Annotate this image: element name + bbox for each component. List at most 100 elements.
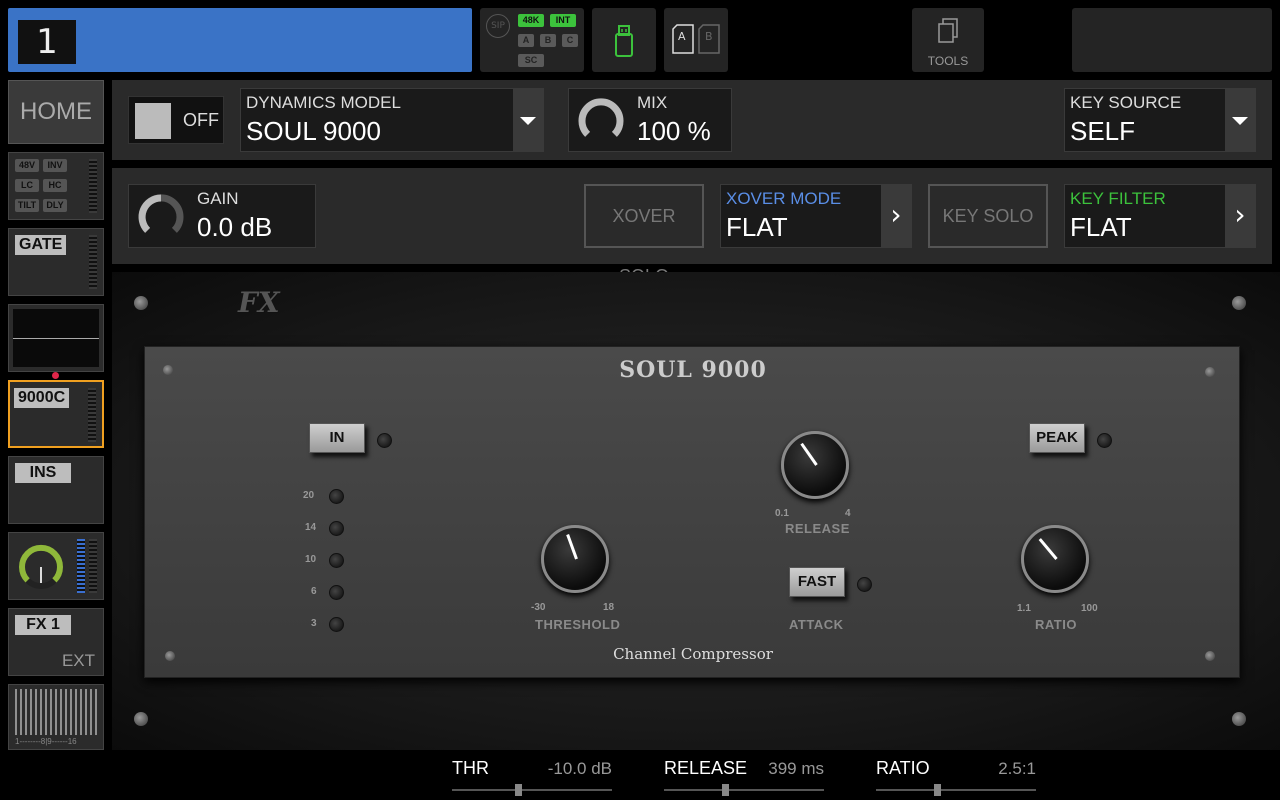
channel-selector[interactable]: 1: [8, 8, 472, 72]
release-slider-track: [664, 789, 824, 791]
ratio-value: 2.5:1: [998, 759, 1036, 778]
status-a-badge: A: [518, 34, 534, 47]
meter-led-10: [329, 553, 344, 568]
status-sc-badge: SC: [518, 54, 544, 67]
key-source-value: SELF: [1070, 116, 1136, 146]
delay-badge: DLY: [43, 199, 67, 212]
key-filter-selector[interactable]: KEY FILTER FLAT ›: [1064, 184, 1256, 248]
thr-value: -10.0 dB: [547, 759, 612, 778]
fader-meter-right: [89, 539, 97, 593]
key-filter-value: FLAT: [1070, 212, 1132, 242]
fader-gain-ring-icon: [19, 545, 63, 589]
gate-tile[interactable]: GATE: [8, 228, 104, 296]
meter-led-14: [329, 521, 344, 536]
mix-control[interactable]: MIX 100 %: [568, 88, 732, 152]
ratio-slider-thumb[interactable]: [934, 784, 941, 796]
tools-icon: [938, 18, 958, 43]
meter-label-10: 10: [305, 554, 317, 565]
meter-label-14: 14: [305, 522, 317, 533]
status-c-badge: C: [562, 34, 578, 47]
toggle-switch: [135, 103, 171, 139]
dynamics-toggle[interactable]: OFF: [128, 96, 224, 144]
key-filter-label: KEY FILTER: [1070, 189, 1166, 208]
rack-screw-icon: [1232, 296, 1246, 310]
dynamics-model-dropdown[interactable]: DYNAMICS MODEL SOUL 9000: [240, 88, 544, 152]
plugin-subtitle: Channel Compressor: [613, 645, 773, 663]
eq-position-marker: [52, 372, 59, 379]
high-cut-badge: HC: [43, 179, 67, 192]
meter-label-3: 3: [311, 618, 317, 629]
plugin-title: SOUL 9000: [619, 357, 767, 383]
release-name: RELEASE: [664, 758, 748, 778]
rack-screw-icon: [1232, 712, 1246, 726]
eq-tile[interactable]: [8, 304, 104, 372]
channel-number: 1: [18, 20, 76, 64]
sample-rate-badge: 48K: [518, 14, 544, 27]
ratio-name: RATIO: [876, 758, 930, 778]
insert-label: INS: [15, 463, 71, 483]
threshold-min-label: -30: [531, 602, 546, 613]
meter-led-3: [329, 617, 344, 632]
release-param[interactable]: RELEASE 399 ms: [664, 756, 824, 798]
in-button[interactable]: IN: [309, 423, 365, 453]
peak-button[interactable]: PEAK: [1029, 423, 1085, 453]
gain-control[interactable]: GAIN 0.0 dB: [128, 184, 316, 248]
fast-button[interactable]: FAST: [789, 567, 845, 597]
threshold-knob[interactable]: [541, 525, 609, 593]
insert-tile[interactable]: INS: [8, 456, 104, 524]
release-knob[interactable]: [781, 431, 849, 499]
chevron-down-icon: [513, 89, 543, 151]
toggle-label: OFF: [183, 110, 219, 130]
key-source-label: KEY SOURCE: [1070, 93, 1182, 112]
key-source-dropdown[interactable]: KEY SOURCE SELF: [1064, 88, 1256, 152]
sip-indicator: SIP: [486, 14, 510, 38]
eq-curve-display: [13, 309, 99, 367]
fader-tile[interactable]: [8, 532, 104, 600]
mix-value: 100 %: [637, 116, 711, 146]
gate-meter: [89, 235, 97, 289]
ratio-min-label: 1.1: [1017, 603, 1031, 614]
sends-tile[interactable]: 1--------8|9------16: [8, 684, 104, 750]
rack-screw-icon: [134, 712, 148, 726]
ratio-knob[interactable]: [1021, 525, 1089, 593]
thr-slider-thumb[interactable]: [515, 784, 522, 796]
release-pointer: [800, 442, 818, 466]
phantom-badge: 48V: [15, 159, 39, 172]
sd-card-tile[interactable]: A B: [664, 8, 728, 72]
usb-icon: [615, 25, 633, 57]
xover-mode-selector[interactable]: XOVER MODE FLAT ›: [720, 184, 912, 248]
attack-label: ATTACK: [789, 617, 844, 632]
in-led: [377, 433, 392, 448]
key-solo-button[interactable]: KEY SOLO: [928, 184, 1048, 248]
xover-solo-button[interactable]: XOVER SOLO: [584, 184, 704, 286]
tools-button[interactable]: TOOLS: [912, 8, 984, 72]
sd-card-b-label: B: [705, 30, 713, 43]
tilt-badge: TILT: [15, 199, 39, 212]
usb-tile[interactable]: [592, 8, 656, 72]
ratio-label: RATIO: [1035, 617, 1077, 632]
xover-mode-label: XOVER MODE: [726, 189, 842, 208]
thr-param[interactable]: THR -10.0 dB: [452, 756, 612, 798]
release-slider-thumb[interactable]: [722, 784, 729, 796]
mix-knob-icon: [578, 98, 624, 137]
ratio-max-label: 100: [1081, 603, 1098, 614]
fx-tile[interactable]: FX 1 EXT: [8, 608, 104, 676]
sends-meters: [15, 689, 99, 735]
top-right-blank-tile[interactable]: [1072, 8, 1272, 72]
sends-scale: 1--------8|9------16: [15, 737, 77, 746]
status-tile[interactable]: SIP 48K INT A B C SC: [480, 8, 584, 72]
dynamics-model-value: SOUL 9000: [246, 116, 381, 146]
chevron-right-icon: ›: [881, 185, 911, 247]
low-cut-badge: LC: [15, 179, 39, 192]
ratio-param[interactable]: RATIO 2.5:1: [876, 756, 1036, 798]
home-button[interactable]: HOME: [8, 80, 104, 144]
mix-label: MIX: [637, 93, 668, 112]
dynamics-tile[interactable]: 9000C: [8, 380, 104, 448]
fx-label: FX 1: [15, 615, 71, 635]
input-section-tile[interactable]: 48V INV LC HC TILT DLY: [8, 152, 104, 220]
chevron-down-icon: [1225, 89, 1255, 151]
dynamics-model-label: DYNAMICS MODEL: [246, 93, 401, 112]
brand-logo: FX: [238, 286, 280, 319]
meter-led-20: [329, 489, 344, 504]
status-b-badge: B: [540, 34, 556, 47]
